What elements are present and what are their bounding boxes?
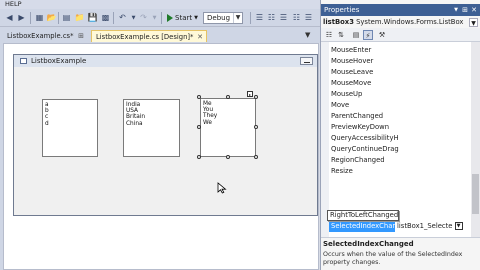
- properties-icon[interactable]: ▤: [351, 30, 361, 40]
- event-row[interactable]: RegionChanged: [331, 155, 385, 166]
- tab-list-dropdown-icon[interactable]: ▼: [305, 31, 310, 39]
- smart-tag-icon[interactable]: ▸: [247, 91, 253, 97]
- property-pages-icon[interactable]: ⚒: [377, 30, 387, 40]
- grid-margin: [321, 42, 329, 237]
- toolbar-separator: [30, 12, 31, 24]
- play-icon: [167, 14, 173, 22]
- event-row[interactable]: MouseLeave: [331, 67, 373, 78]
- form-title-bar[interactable]: ListboxExample: [14, 55, 317, 67]
- resize-handle[interactable]: [197, 125, 201, 129]
- event-row[interactable]: QueryAccessibilityH: [331, 133, 399, 144]
- chevron-down-icon[interactable]: ▼: [469, 18, 478, 27]
- mouse-cursor-icon: [217, 182, 227, 194]
- event-row[interactable]: Resize: [331, 166, 353, 177]
- resize-handle[interactable]: [254, 125, 258, 129]
- align-middle-icon[interactable]: ☰: [303, 12, 314, 23]
- toolbar-separator: [113, 12, 114, 24]
- undo-icon[interactable]: ↶: [117, 12, 128, 23]
- tab-designer[interactable]: ListboxExample.cs [Design]* ✕: [91, 30, 207, 42]
- close-icon[interactable]: ✕: [197, 31, 203, 43]
- object-selector[interactable]: listBox3 System.Windows.Forms.ListBox ▼: [321, 17, 480, 28]
- listbox-2-item[interactable]: China: [126, 121, 177, 127]
- description-pane: SelectedIndexChanged Occurs when the val…: [321, 237, 480, 270]
- event-row[interactable]: MouseEnter: [331, 45, 371, 56]
- tab-code-file-label: ListboxExample.cs*: [7, 32, 74, 40]
- events-grid: MouseEnter MouseHover MouseLeave MouseMo…: [321, 42, 471, 237]
- start-button[interactable]: Start ▼: [167, 12, 198, 24]
- object-name: listBox3: [323, 18, 354, 26]
- forward-icon[interactable]: ▶: [16, 12, 27, 23]
- save-all-icon[interactable]: ▩: [100, 12, 111, 23]
- redo-icon[interactable]: ↷: [138, 12, 149, 23]
- panel-menu-icon[interactable]: ▼: [454, 5, 458, 15]
- event-row[interactable]: MouseHover: [331, 56, 373, 67]
- description-title: SelectedIndexChanged: [323, 240, 414, 248]
- categorized-icon[interactable]: ☷: [324, 30, 334, 40]
- alphabetical-icon[interactable]: ⇅: [336, 30, 346, 40]
- pin-icon[interactable]: ⊞: [78, 30, 84, 42]
- listbox-1[interactable]: a b c d: [42, 99, 98, 157]
- form-title: ListboxExample: [31, 57, 87, 65]
- events-scrollbar[interactable]: [471, 42, 480, 237]
- listbox-3[interactable]: Me You They We: [200, 98, 256, 157]
- resize-handle[interactable]: [226, 155, 230, 159]
- configuration-value: Debug: [207, 14, 231, 22]
- new-item-icon[interactable]: ▤: [61, 12, 72, 23]
- pin-icon[interactable]: ⊞: [462, 5, 468, 15]
- resize-handle[interactable]: [254, 155, 258, 159]
- toolbar-separator: [58, 12, 59, 24]
- align-top-icon[interactable]: ☷: [291, 12, 302, 23]
- start-dropdown-icon: ▼: [194, 15, 198, 21]
- new-project-icon[interactable]: ▦: [34, 12, 45, 23]
- description-body: Occurs when the value of the SelectedInd…: [323, 251, 463, 266]
- properties-title-bar: Properties ▼ ⊞ ✕: [321, 4, 480, 16]
- close-icon[interactable]: ✕: [471, 5, 477, 15]
- event-row[interactable]: PreviewKeyDown: [331, 122, 389, 133]
- scrollbar-thumb[interactable]: [472, 174, 479, 214]
- listbox-3-item[interactable]: We: [203, 120, 253, 126]
- align-left-icon[interactable]: ☰: [254, 12, 265, 23]
- object-type: System.Windows.Forms.ListBox: [356, 18, 464, 26]
- properties-title: Properties: [324, 6, 360, 14]
- event-row[interactable]: ParentChanged: [331, 111, 383, 122]
- toolbar-separator: [250, 12, 251, 24]
- open-file-icon[interactable]: 📂: [46, 12, 57, 23]
- event-row-selected[interactable]: SelectedIndexChang: [329, 221, 401, 232]
- redo-dropdown-icon[interactable]: ▼: [149, 12, 160, 23]
- save-icon[interactable]: 💾: [87, 12, 98, 23]
- toolbar-separator: [161, 12, 162, 24]
- object-selector-text: listBox3 System.Windows.Forms.ListBox: [323, 17, 463, 28]
- tooltip: RightToLeftChanged: [327, 210, 399, 221]
- start-label: Start: [175, 14, 193, 22]
- event-row[interactable]: Move: [331, 100, 349, 111]
- chevron-down-icon[interactable]: ▼: [454, 222, 463, 230]
- listbox-1-item[interactable]: d: [45, 121, 95, 127]
- event-handler-value[interactable]: listBox1_Selecte ▼: [397, 221, 463, 232]
- resize-handle[interactable]: [197, 155, 201, 159]
- menu-help[interactable]: HELP: [5, 0, 22, 9]
- event-row[interactable]: QueryContinueDrag: [331, 144, 399, 155]
- properties-toolbar: ☷ ⇅ ▤ ⚡ ⚒: [321, 28, 480, 42]
- event-row[interactable]: MouseMove: [331, 78, 371, 89]
- configuration-select[interactable]: Debug ▼: [203, 12, 243, 24]
- listbox-2[interactable]: India USA Britain China: [123, 99, 180, 157]
- align-right-icon[interactable]: ☰: [278, 12, 289, 23]
- tab-code-file[interactable]: ListboxExample.cs* ⊞: [3, 30, 87, 42]
- back-icon[interactable]: ◀: [4, 12, 15, 23]
- resize-handle[interactable]: [254, 95, 258, 99]
- align-center-icon[interactable]: ☷: [266, 12, 277, 23]
- chevron-down-icon: ▼: [233, 13, 242, 23]
- resize-handle[interactable]: [226, 95, 230, 99]
- event-row[interactable]: MouseUp: [331, 89, 362, 100]
- resize-handle[interactable]: [197, 95, 201, 99]
- form-icon: [20, 58, 27, 64]
- tab-designer-label: ListboxExample.cs [Design]*: [96, 33, 194, 41]
- minimize-icon[interactable]: [300, 57, 313, 65]
- document-tabs: ListboxExample.cs* ⊞ ListboxExample.cs […: [0, 28, 320, 43]
- open-icon[interactable]: 📁: [74, 12, 85, 23]
- events-lightning-icon[interactable]: ⚡: [363, 30, 373, 40]
- event-handler-text: listBox1_Selecte: [397, 222, 453, 230]
